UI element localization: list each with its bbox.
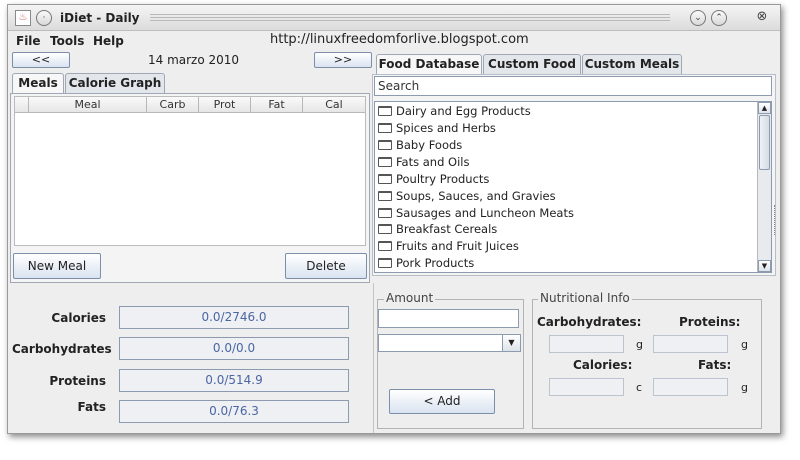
folder-icon (378, 157, 392, 167)
carbohydrates-unit: g (636, 338, 643, 351)
tab-calorie-graph[interactable]: Calorie Graph (65, 73, 165, 93)
calories-label: Calories (51, 311, 106, 325)
food-category-list[interactable]: Dairy and Egg Products Spices and Herbs … (374, 101, 772, 273)
carbohydrates-field-label: Carbohydrates: (537, 315, 642, 329)
amount-input[interactable] (378, 309, 519, 328)
panel-divider (373, 283, 374, 433)
menu-help[interactable]: Help (93, 34, 124, 48)
folder-icon (378, 123, 392, 133)
add-food-button[interactable]: < Add (389, 389, 495, 414)
col-meal[interactable]: Meal (29, 97, 147, 113)
col-fat[interactable]: Fat (251, 97, 303, 113)
title-bar: ♨ · iDiet - Daily ⌄ ⌃ ⊗ (8, 5, 780, 31)
fats-field-label: Fats: (698, 358, 732, 372)
folder-icon (378, 174, 392, 184)
tab-food-database[interactable]: Food Database (376, 54, 482, 75)
calories-field (549, 378, 624, 396)
fats-label: Fats (77, 400, 106, 414)
folder-icon (378, 208, 392, 218)
list-item[interactable]: Fats and Oils (378, 154, 470, 171)
col-carb[interactable]: Carb (147, 97, 199, 113)
resize-grip[interactable] (774, 205, 776, 235)
list-item[interactable]: Poultry Products (378, 171, 489, 188)
title-decoration (150, 14, 670, 23)
scroll-down-icon[interactable]: ▼ (758, 260, 771, 272)
app-window: ♨ · iDiet - Daily ⌄ ⌃ ⊗ File Tools Help … (7, 4, 781, 434)
fats-value: 0.0/76.3 (119, 400, 349, 423)
search-input[interactable]: Search (374, 76, 772, 96)
close-icon[interactable]: ⊗ (754, 10, 770, 26)
delete-meal-button[interactable]: Delete (285, 253, 367, 279)
tab-custom-meals[interactable]: Custom Meals (582, 54, 682, 74)
minimize-icon[interactable]: ⌄ (690, 10, 706, 26)
menu-tools[interactable]: Tools (50, 34, 84, 48)
list-item[interactable]: Sausages and Luncheon Meats (378, 205, 574, 222)
list-scrollbar[interactable]: ▲ ▼ (757, 102, 771, 272)
list-item[interactable]: Dairy and Egg Products (378, 103, 531, 120)
blog-url: http://linuxfreedomforlive.blogspot.com (270, 32, 529, 47)
proteins-value: 0.0/514.9 (119, 369, 349, 392)
meals-table[interactable]: Meal Carb Prot Fat Cal (14, 96, 366, 246)
chevron-down-icon[interactable]: ▼ (502, 335, 520, 351)
col-cal[interactable]: Cal (303, 97, 365, 113)
scroll-up-icon[interactable]: ▲ (758, 102, 771, 114)
current-date: 14 marzo 2010 (148, 53, 240, 67)
amount-group-title: Amount (384, 291, 436, 305)
col-prot[interactable]: Prot (199, 97, 251, 113)
proteins-field (653, 335, 728, 353)
table-row-header (15, 97, 29, 113)
fats-field (653, 378, 728, 396)
list-item[interactable]: Soups, Sauces, and Gravies (378, 188, 556, 205)
list-item[interactable]: Pork Products (378, 255, 474, 272)
menu-file[interactable]: File (16, 34, 41, 48)
folder-icon (378, 140, 392, 150)
folder-icon (378, 258, 392, 268)
list-item[interactable]: Baby Foods (378, 137, 462, 154)
next-day-button[interactable]: >> (314, 52, 372, 68)
carbohydrates-label: Carbohydrates (12, 342, 112, 356)
folder-icon (378, 191, 392, 201)
list-item[interactable]: Spices and Herbs (378, 120, 496, 137)
menu-bar: File Tools Help http://linuxfreedomforli… (8, 31, 780, 51)
maximize-icon[interactable]: ⌃ (711, 10, 727, 26)
window-menu-icon[interactable]: · (36, 10, 52, 26)
calories-value: 0.0/2746.0 (119, 306, 349, 329)
folder-icon (378, 106, 392, 116)
calories-field-label: Calories: (573, 358, 633, 372)
calories-unit: c (636, 381, 643, 394)
folder-icon (378, 224, 392, 234)
java-app-icon[interactable]: ♨ (15, 10, 31, 26)
carbohydrates-value: 0.0/0.0 (119, 337, 349, 360)
nutritional-info-title: Nutritional Info (538, 291, 632, 305)
proteins-field-label: Proteins: (679, 315, 741, 329)
tab-meals[interactable]: Meals (12, 73, 64, 94)
proteins-label: Proteins (49, 374, 106, 388)
new-meal-button[interactable]: New Meal (13, 253, 101, 279)
window-title: iDiet - Daily (60, 11, 140, 25)
folder-icon (378, 241, 392, 251)
list-item[interactable]: Fruits and Fruit Juices (378, 238, 519, 255)
list-item[interactable]: Breakfast Cereals (378, 221, 497, 238)
fats-unit: g (741, 381, 748, 394)
carbohydrates-field (549, 335, 624, 353)
proteins-unit: g (741, 338, 748, 351)
unit-select[interactable]: ▼ (378, 334, 521, 352)
prev-day-button[interactable]: << (12, 52, 70, 68)
tab-custom-food[interactable]: Custom Food (483, 54, 581, 74)
meals-panel: Meal Carb Prot Fat Cal New Meal Delete (10, 93, 370, 283)
scroll-thumb[interactable] (759, 115, 770, 170)
